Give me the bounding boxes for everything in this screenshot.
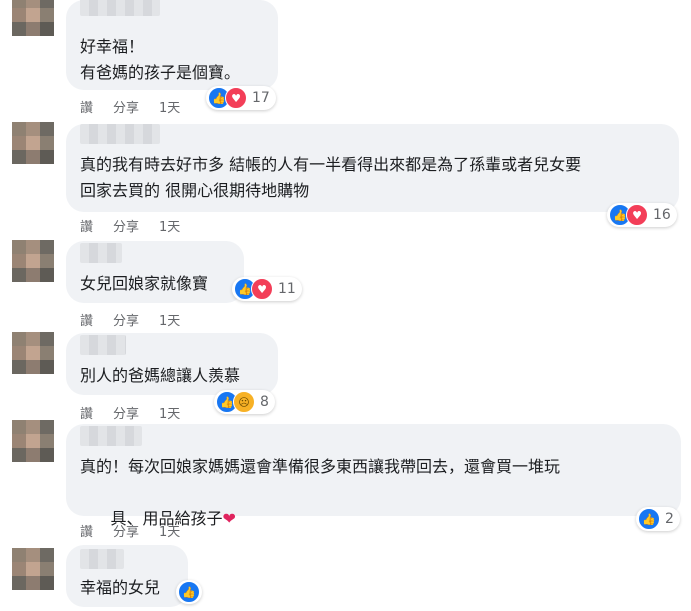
reaction-count: 8 (260, 394, 269, 410)
timestamp[interactable]: 1天 (159, 216, 180, 235)
love-icon: ♥ (626, 204, 648, 226)
reaction-count: 16 (653, 207, 671, 223)
commenter-name-blurred[interactable] (80, 426, 142, 446)
love-icon: ♥ (225, 87, 247, 109)
like-button[interactable]: 讚 (80, 216, 93, 235)
comment-text-line-1: 好幸福！ (80, 37, 145, 56)
sad-icon: ☹ (233, 391, 255, 413)
comment-4: 別人的爸媽總讓人羨慕 讚 分享 1天 👍 ☹ 8 (0, 332, 691, 424)
share-button[interactable]: 分享 (113, 216, 139, 235)
reaction-summary[interactable]: 👍 ♥ 16 (607, 203, 677, 227)
avatar[interactable] (12, 548, 54, 590)
commenter-name-blurred[interactable] (80, 124, 160, 144)
comment-bubble: 幸福的女兒 (66, 545, 188, 607)
comment-text-line-1: 女兒回娘家就像寶 (80, 274, 209, 293)
comment-bubble: 好幸福！ 有爸媽的孩子是個寶。 (66, 0, 278, 90)
commenter-name-blurred[interactable] (80, 549, 124, 569)
share-button[interactable]: 分享 (113, 310, 139, 329)
reaction-summary[interactable]: 👍 ☹ 8 (214, 390, 275, 414)
avatar[interactable] (12, 240, 54, 282)
timestamp[interactable]: 1天 (159, 403, 180, 422)
like-button[interactable]: 讚 (80, 310, 93, 329)
share-button[interactable]: 分享 (113, 521, 139, 540)
comment-5: 真的！每次回娘家媽媽還會準備很多東西讓我帶回去，還會買一堆玩 具、用品給孩子❤ … (0, 420, 691, 544)
commenter-name-blurred[interactable] (80, 243, 122, 263)
comment-3: 女兒回娘家就像寶 讚 分享 1天 👍 ♥ 11 (0, 240, 691, 332)
comment-text-line-2: 有爸媽的孩子是個寶。 (80, 63, 241, 82)
reaction-summary[interactable]: 👍 (176, 580, 202, 604)
timestamp[interactable]: 1天 (159, 310, 180, 329)
commenter-name-blurred[interactable] (80, 0, 160, 16)
reaction-summary[interactable]: 👍 2 (636, 507, 680, 531)
like-icon: 👍 (178, 581, 200, 603)
avatar[interactable] (12, 0, 54, 36)
comment-text-line-1: 真的！每次回娘家媽媽還會準備很多東西讓我帶回去，還會買一堆玩 (80, 457, 561, 476)
comment-bubble: 真的我有時去好市多 結帳的人有一半看得出來都是為了孫輩或者兒女要 回家去買的 很… (66, 124, 679, 212)
timestamp[interactable]: 1天 (159, 521, 180, 540)
reaction-count: 2 (665, 511, 674, 527)
comment-bubble: 女兒回娘家就像寶 (66, 241, 244, 303)
love-icon: ♥ (251, 278, 273, 300)
avatar[interactable] (12, 332, 54, 374)
comment-text-line-1: 幸福的女兒 (80, 578, 161, 597)
comment-actions: 讚 分享 1天 (80, 310, 200, 329)
comment-text-line-1: 真的我有時去好市多 結帳的人有一半看得出來都是為了孫輩或者兒女要 (80, 155, 582, 174)
avatar[interactable] (12, 122, 54, 164)
comment-2: 真的我有時去好市多 結帳的人有一半看得出來都是為了孫輩或者兒女要 回家去買的 很… (0, 120, 691, 240)
comment-bubble: 別人的爸媽總讓人羨慕 (66, 333, 278, 395)
heart-icon: ❤ (222, 509, 236, 528)
avatar[interactable] (12, 420, 54, 462)
like-button[interactable]: 讚 (80, 97, 93, 116)
timestamp[interactable]: 1天 (159, 97, 180, 116)
comment-actions: 讚 分享 1天 (80, 97, 200, 116)
comment-bubble: 真的！每次回娘家媽媽還會準備很多東西讓我帶回去，還會買一堆玩 具、用品給孩子❤ (66, 424, 681, 528)
reaction-count: 17 (252, 90, 270, 106)
reaction-summary[interactable]: 👍 ♥ 17 (206, 86, 276, 110)
reaction-count: 11 (278, 281, 296, 297)
share-button[interactable]: 分享 (113, 97, 139, 116)
comment-actions: 讚 分享 1天 (80, 216, 200, 235)
comment-6: 幸福的女兒 👍 (0, 544, 691, 611)
comment-1: 好幸福！ 有爸媽的孩子是個寶。 讚 分享 1天 👍 ♥ 17 (0, 0, 691, 120)
comment-actions: 讚 分享 1天 (80, 521, 200, 540)
comment-text-line-1: 別人的爸媽總讓人羨慕 (80, 366, 241, 385)
comment-actions: 讚 分享 1天 (80, 403, 200, 422)
reaction-summary[interactable]: 👍 ♥ 11 (232, 277, 302, 301)
like-button[interactable]: 讚 (80, 521, 93, 540)
commenter-name-blurred[interactable] (80, 335, 126, 355)
comment-text-line-2: 回家去買的 很開心很期待地購物 (80, 181, 310, 200)
like-icon: 👍 (638, 508, 660, 530)
like-button[interactable]: 讚 (80, 403, 93, 422)
share-button[interactable]: 分享 (113, 403, 139, 422)
